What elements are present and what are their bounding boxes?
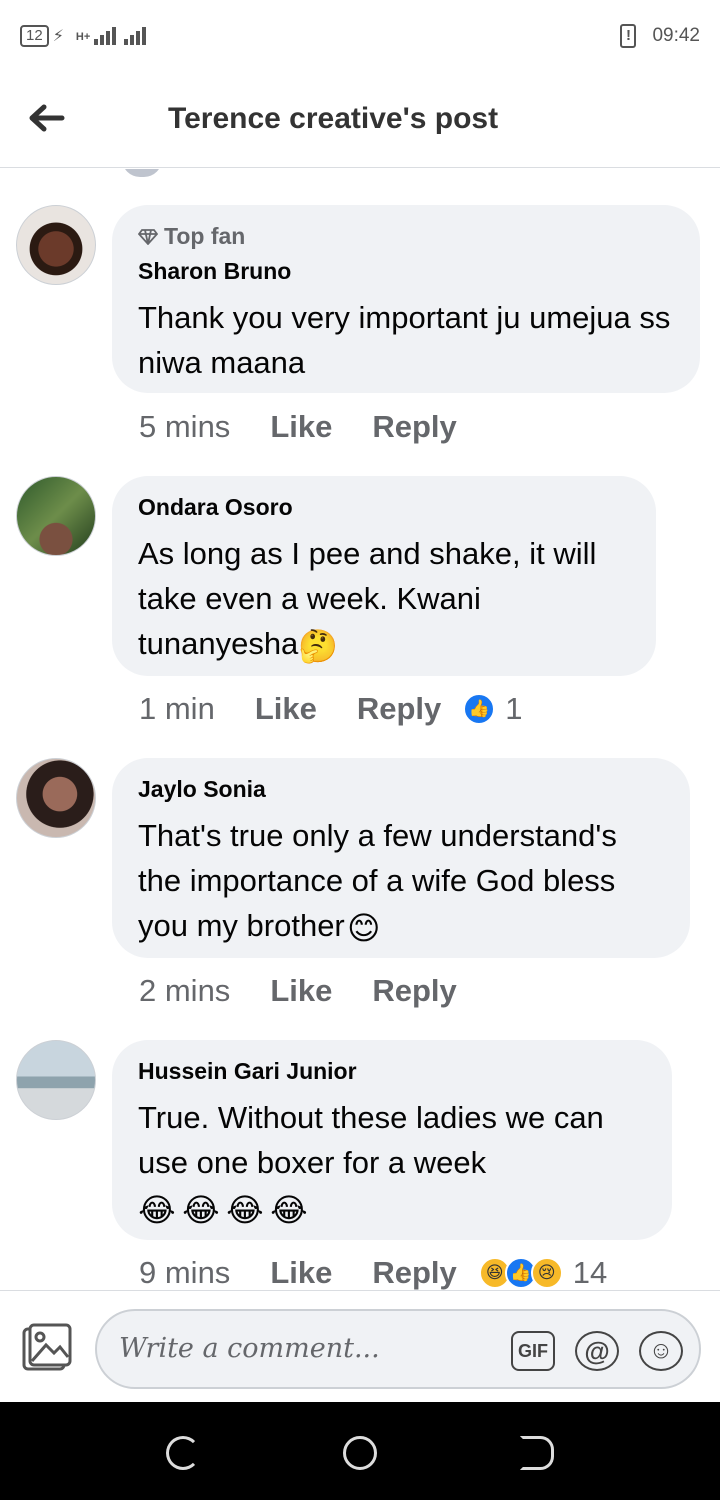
emoji-row: 😂 😂 😂 😂 — [138, 1185, 646, 1230]
battery-icon: 12 ⚡ — [20, 25, 64, 47]
comment-list[interactable]: Top fan Sharon Bruno Thank you very impo… — [0, 169, 720, 1290]
sad-reaction-icon[interactable]: 😢 — [530, 1257, 563, 1289]
comment-text: That's true only a few understand's the … — [138, 818, 617, 946]
comment-text: As long as I pee and shake, it will take… — [138, 536, 597, 664]
arrow-left-icon[interactable] — [26, 98, 70, 138]
like-reaction-icon[interactable]: 👍 — [463, 693, 496, 725]
comment-time[interactable]: 5 mins — [139, 409, 230, 445]
reaction-count[interactable]: 14 — [573, 1255, 607, 1290]
reply-button[interactable]: Reply — [372, 409, 456, 445]
avatar[interactable] — [16, 1040, 96, 1120]
like-button[interactable]: Like — [270, 973, 332, 1009]
previous-comment-avatar — [122, 169, 162, 177]
comment-input[interactable]: Write a comment... GIF @ ☺ — [95, 1309, 701, 1389]
thinking-emoji-icon: 🤔 — [298, 627, 339, 664]
comment-author[interactable]: Jaylo Sonia — [138, 776, 664, 803]
page-title: Terence creative's post — [168, 102, 499, 135]
comment-actions: 9 mins Like Reply 😆 👍 😢 14 — [139, 1255, 607, 1290]
comment-time[interactable]: 2 mins — [139, 973, 230, 1009]
status-bar: 12⚡ H+ 09:42 — [0, 0, 720, 72]
comment-bubble[interactable]: Hussein Gari Junior True. Without these … — [112, 1040, 672, 1240]
system-nav-bar — [0, 1402, 720, 1500]
reaction-count[interactable]: 1 — [505, 691, 522, 727]
mention-button[interactable]: @ — [575, 1331, 619, 1371]
tears-of-joy-emoji-icon: 😂 — [138, 1191, 176, 1228]
signal-icon — [94, 27, 147, 45]
comment-actions: 2 mins Like Reply — [139, 973, 479, 1009]
comment-author[interactable]: Hussein Gari Junior — [138, 1058, 646, 1085]
home-nav-icon[interactable] — [343, 1436, 377, 1470]
top-fan-badge: Top fan — [138, 223, 674, 250]
gif-button[interactable]: GIF — [511, 1331, 555, 1371]
comment-actions: 1 min Like Reply 👍 1 — [139, 691, 523, 727]
like-button[interactable]: Like — [270, 1255, 332, 1290]
emoji-picker-icon[interactable]: ☺ — [639, 1331, 683, 1371]
comment-author[interactable]: Sharon Bruno — [138, 258, 674, 285]
comment-text: True. Without these ladies we can use on… — [138, 1100, 604, 1180]
reply-button[interactable]: Reply — [372, 973, 456, 1009]
network-label: H+ — [75, 31, 91, 43]
comment-bubble[interactable]: Jaylo Sonia That's true only a few under… — [112, 758, 690, 958]
sim-alert-icon — [620, 24, 637, 48]
reply-button[interactable]: Reply — [372, 1255, 456, 1290]
comment-bubble[interactable]: Top fan Sharon Bruno Thank you very impo… — [112, 205, 700, 393]
reply-button[interactable]: Reply — [357, 691, 441, 727]
clock: 09:42 — [652, 25, 700, 46]
comment-composer: Write a comment... GIF @ ☺ — [0, 1290, 720, 1402]
diamond-icon — [138, 228, 158, 245]
previous-comment-text — [196, 169, 666, 173]
comment-time[interactable]: 1 min — [139, 691, 215, 727]
comment-bubble[interactable]: Ondara Osoro As long as I pee and shake,… — [112, 476, 656, 676]
avatar[interactable] — [16, 758, 96, 838]
comment-time[interactable]: 9 mins — [139, 1255, 230, 1290]
avatar[interactable] — [16, 476, 96, 556]
photo-icon[interactable] — [20, 1321, 74, 1375]
tears-of-joy-emoji-icon: 😂 — [270, 1191, 308, 1228]
app-header: Terence creative's post — [0, 72, 720, 168]
back-nav-icon[interactable] — [166, 1436, 200, 1470]
comment-placeholder: Write a comment... — [119, 1333, 380, 1364]
comment-author[interactable]: Ondara Osoro — [138, 494, 630, 521]
tears-of-joy-emoji-icon: 😂 — [226, 1191, 264, 1228]
recents-nav-icon[interactable] — [520, 1436, 554, 1470]
avatar[interactable] — [16, 205, 96, 285]
tears-of-joy-emoji-icon: 😂 — [182, 1191, 220, 1228]
like-button[interactable]: Like — [255, 691, 317, 727]
smiling-emoji-icon: 😊 — [347, 909, 381, 946]
comment-actions: 5 mins Like Reply — [139, 409, 479, 445]
like-button[interactable]: Like — [270, 409, 332, 445]
comment-text: Thank you very important ju umejua ss ni… — [138, 300, 671, 380]
